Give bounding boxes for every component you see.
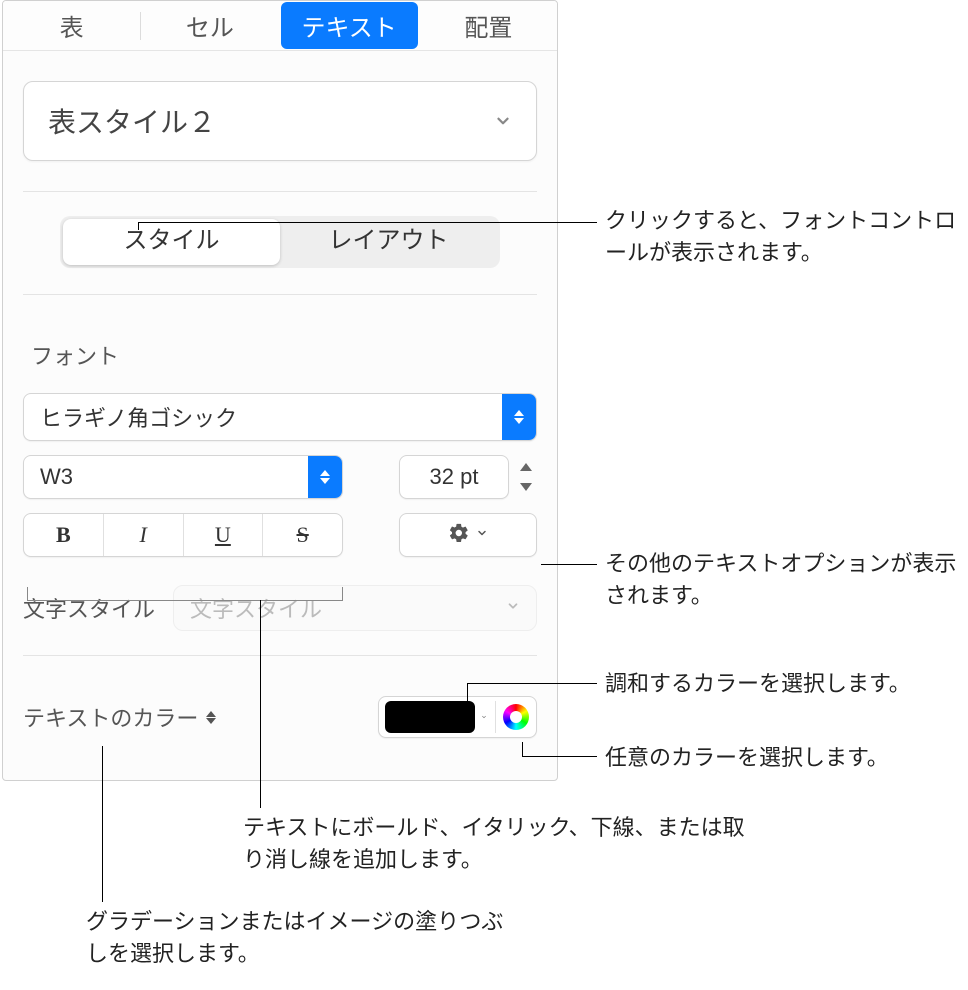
tab-text[interactable]: テキスト bbox=[281, 2, 418, 49]
popup-stepper-icon bbox=[308, 456, 342, 498]
leader-line bbox=[260, 600, 261, 808]
font-weight-popup[interactable]: W3 bbox=[23, 455, 343, 499]
text-color-controls bbox=[378, 696, 537, 738]
callout-harmony-color: 調和するカラーを選択します。 bbox=[605, 668, 965, 700]
leader-line bbox=[138, 222, 597, 223]
callout-any-color: 任意のカラーを選択します。 bbox=[605, 742, 965, 774]
chevron-down-icon bbox=[479, 711, 493, 723]
font-size-value: 32 pt bbox=[430, 464, 479, 490]
tab-table[interactable]: 表 bbox=[3, 0, 140, 51]
divider bbox=[23, 191, 537, 192]
font-size-up[interactable] bbox=[515, 459, 537, 475]
callout-bius: テキストにボールド、イタリック、下線、または取り消し線を追加します。 bbox=[243, 812, 763, 876]
text-color-label: テキストのカラー bbox=[23, 701, 198, 733]
font-weight-value: W3 bbox=[24, 464, 308, 490]
font-size-field[interactable]: 32 pt bbox=[399, 455, 509, 499]
strikethrough-button[interactable]: S bbox=[263, 514, 342, 556]
color-wheel-button[interactable] bbox=[496, 697, 536, 737]
leader-line bbox=[467, 683, 597, 684]
underline-button[interactable]: U bbox=[184, 514, 264, 556]
callout-gradient-fill: グラデーションまたはイメージの塗りつぶしを選択します。 bbox=[86, 906, 516, 970]
paragraph-style-popup[interactable]: 表スタイル２ bbox=[23, 81, 537, 161]
callout-font-controls: クリックすると、フォントコントロールが表示されます。 bbox=[605, 205, 960, 269]
leader-line bbox=[541, 564, 597, 565]
chevron-down-icon bbox=[506, 599, 520, 618]
leader-line bbox=[522, 756, 597, 757]
font-section-label: フォント bbox=[31, 339, 537, 371]
style-layout-segmented: スタイル レイアウト bbox=[60, 216, 500, 268]
font-family-popup[interactable]: ヒラギノ角ゴシック bbox=[23, 393, 537, 441]
tab-cell[interactable]: セル bbox=[141, 0, 278, 51]
bius-bracket bbox=[27, 587, 343, 601]
segment-style[interactable]: スタイル bbox=[63, 219, 280, 265]
popup-stepper-icon bbox=[502, 394, 536, 440]
color-wheel-icon bbox=[503, 704, 529, 730]
font-size-stepper bbox=[515, 459, 537, 495]
leader-line bbox=[522, 742, 523, 756]
updown-icon bbox=[206, 711, 216, 724]
font-size-group: 32 pt bbox=[399, 455, 537, 499]
leader-line bbox=[102, 746, 103, 902]
color-well[interactable] bbox=[379, 701, 496, 733]
chevron-down-icon bbox=[494, 112, 512, 130]
callout-more-options: その他のテキストオプションが表示されます。 bbox=[605, 548, 965, 612]
chevron-down-icon bbox=[476, 526, 488, 544]
top-tabs: 表 セル テキスト 配置 bbox=[3, 1, 557, 51]
color-swatch bbox=[385, 701, 475, 733]
text-color-popup[interactable]: テキストのカラー bbox=[23, 701, 216, 733]
font-family-value: ヒラギノ角ゴシック bbox=[24, 401, 502, 433]
bold-button[interactable]: B bbox=[24, 514, 104, 556]
advanced-options-button[interactable] bbox=[399, 513, 537, 557]
italic-button[interactable]: I bbox=[104, 514, 184, 556]
divider bbox=[23, 294, 537, 295]
segment-layout[interactable]: レイアウト bbox=[280, 219, 497, 265]
text-style-group: B I U S bbox=[23, 513, 343, 557]
font-size-down[interactable] bbox=[515, 479, 537, 495]
leader-line bbox=[467, 683, 468, 705]
paragraph-style-label: 表スタイル２ bbox=[48, 101, 216, 141]
tab-arrange[interactable]: 配置 bbox=[420, 0, 557, 51]
leader-line bbox=[138, 222, 139, 230]
divider bbox=[23, 655, 537, 656]
inspector-panel: 表 セル テキスト 配置 表スタイル２ スタイル レイアウト フォント ヒラギノ… bbox=[2, 0, 558, 781]
gear-icon bbox=[448, 522, 470, 549]
